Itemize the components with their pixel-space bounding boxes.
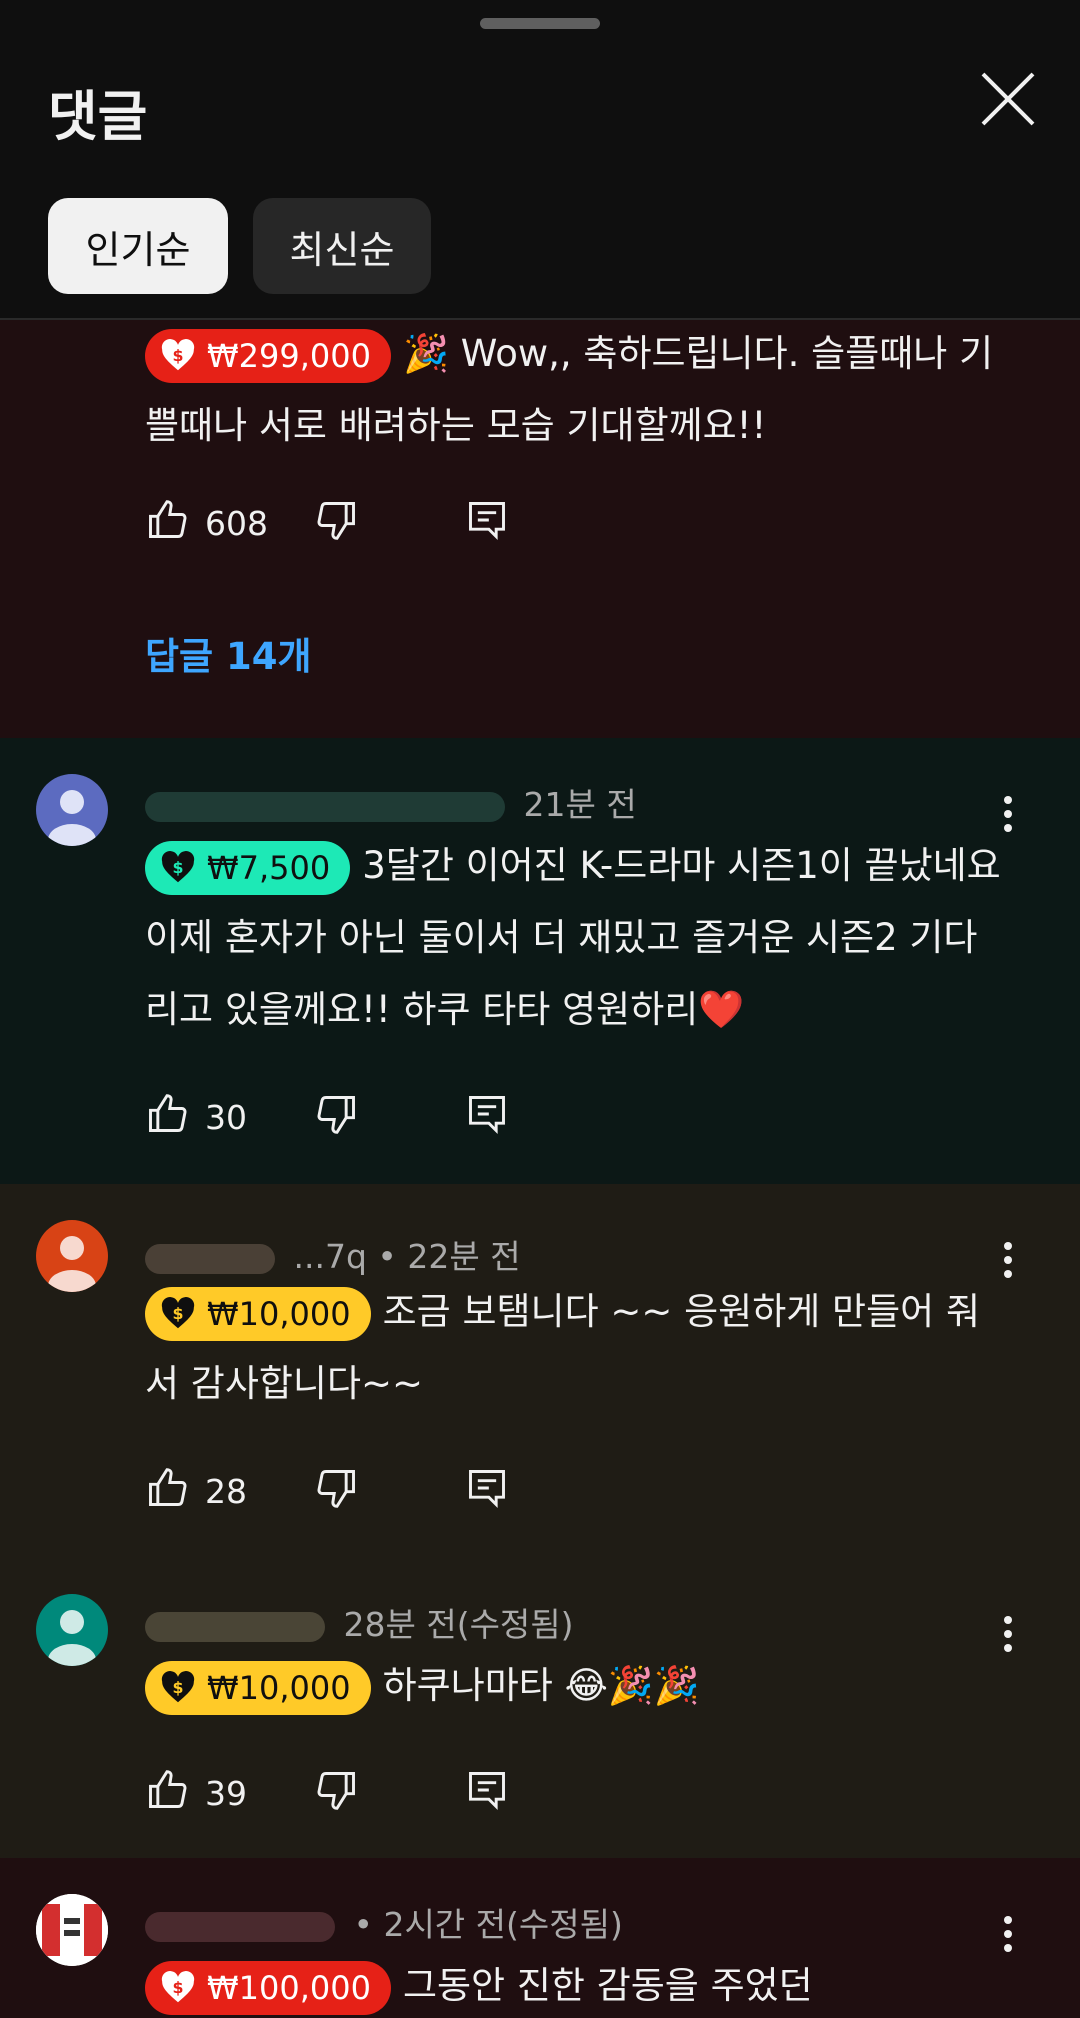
comment-text: 그동안 진한 감동을 주었던 [402,1964,813,2007]
super-thanks-heart-icon: $ [161,1296,195,1328]
reply-button[interactable] [465,1466,509,1514]
avatar[interactable] [36,1594,108,1666]
svg-text:$: $ [172,1303,183,1322]
svg-text:$: $ [172,345,183,364]
more-vert-icon [990,796,1026,832]
comment-meta: • 2시간 전(수정됨) [145,1898,623,1946]
like-count: 608 [205,504,268,543]
comment-actions: 30 [145,1092,545,1142]
comment-text: 하쿠나마타 😂🎉🎉 [382,1664,700,1707]
more-vert-icon [990,1916,1026,1952]
like-button[interactable] [145,1092,189,1140]
comment-time: • 22분 전 [377,1237,521,1276]
author-name-obscured [145,791,505,822]
super-thanks-heart-icon: $ [161,338,195,370]
thumb-down-icon [317,1470,355,1508]
dislike-button[interactable] [315,498,359,546]
comment-actions: 608 [145,498,545,548]
like-count: 28 [205,1472,247,1511]
reply-comment-icon [469,1470,505,1509]
channel-avatar[interactable] [36,1894,108,1966]
drag-handle[interactable] [480,18,600,29]
like-button[interactable] [145,1768,189,1816]
comment-item: 28분 전(수정됨) $ ₩10,000 하쿠나마타 😂🎉🎉 39 [0,1558,1080,1858]
thumb-up-icon [149,500,187,538]
badge-amount: ₩10,000 [207,1668,351,1707]
comment-actions: 28 [145,1466,545,1516]
default-avatar-icon [48,790,96,846]
comment-body: $ ₩10,000 조금 보탬니다 ~~ 응원하게 만들어 줘서 감사합니다~~ [145,1276,1005,1420]
badge-amount: ₩299,000 [207,336,371,375]
close-button[interactable] [975,66,1041,132]
dislike-button[interactable] [315,1768,359,1816]
comment-meta: ...7q • 22분 전 [145,1230,521,1278]
reply-button[interactable] [465,1092,509,1140]
view-replies-button[interactable]: 답글 14개 [145,626,312,680]
comment-item: 21분 전 $ ₩7,500 3달간 이어진 K-드라마 시즌1이 끝났네요 이… [0,738,1080,1184]
avatar[interactable] [36,774,108,846]
default-avatar-icon [48,1610,96,1666]
comment-actions: 39 [145,1768,545,1818]
super-thanks-heart-icon: $ [161,850,195,882]
comment-body: $ ₩10,000 하쿠나마타 😂🎉🎉 [145,1650,1005,1722]
comment-meta: 21분 전 [145,778,637,826]
reply-button[interactable] [465,498,509,546]
channel-logo-icon [36,1894,108,1966]
dislike-button[interactable] [315,1466,359,1514]
super-thanks-badge: $ ₩299,000 [145,328,391,383]
comment-time: 21분 전 [523,785,637,824]
super-thanks-badge: $ ₩10,000 [145,1286,371,1341]
author-name-obscured [145,1611,325,1642]
thumb-up-icon [149,1468,187,1506]
super-thanks-badge: $ ₩100,000 [145,1960,391,2015]
comment-time: 28분 전(수정됨) [343,1605,574,1644]
comment-body: $ ₩299,000 🎉 Wow,, 축하드립니다. 슬플때나 기쁠때나 서로 … [145,318,1005,462]
sort-chip-top[interactable]: 인기순 [48,198,228,294]
close-icon [981,72,1035,126]
author-name-obscured [145,1911,335,1942]
super-thanks-heart-icon: $ [161,1970,195,2002]
super-thanks-badge: $ ₩10,000 [145,1660,371,1715]
more-vert-icon [990,1242,1026,1278]
thumb-down-icon [317,502,355,540]
sort-chip-newest[interactable]: 최신순 [253,198,431,294]
like-button[interactable] [145,498,189,546]
comment-body: $ ₩7,500 3달간 이어진 K-드라마 시즌1이 끝났네요 이제 혼자가 … [145,830,1005,1046]
super-thanks-heart-icon: $ [161,1670,195,1702]
thumb-down-icon [317,1772,355,1810]
svg-text:$: $ [172,1677,183,1696]
avatar[interactable] [36,1220,108,1292]
comment-meta: 28분 전(수정됨) [145,1598,574,1646]
reply-comment-icon [469,1096,505,1135]
reply-comment-icon [469,502,505,541]
author-name-obscured [145,1243,275,1274]
svg-text:$: $ [172,857,183,876]
comment-item: $ ₩299,000 🎉 Wow,, 축하드립니다. 슬플때나 기쁠때나 서로 … [0,318,1080,738]
more-vert-icon [990,1616,1026,1652]
comment-body: $ ₩100,000 그동안 진한 감동을 주었던 [145,1950,1005,2018]
comment-time: • 2시간 전(수정됨) [353,1905,623,1944]
reply-comment-icon [469,1772,505,1811]
reply-button[interactable] [465,1768,509,1816]
badge-amount: ₩7,500 [207,848,331,887]
comments-header: 댓글 인기순 최신순 [0,0,1080,320]
badge-amount: ₩10,000 [207,1294,351,1333]
like-count: 30 [205,1098,247,1137]
thumb-down-icon [317,1096,355,1134]
thumb-up-icon [149,1094,187,1132]
super-thanks-badge: $ ₩7,500 [145,840,351,895]
comment-item: ...7q • 22분 전 $ ₩10,000 조금 보탬니다 ~~ 응원하게 … [0,1184,1080,1558]
default-avatar-icon [48,1236,96,1292]
like-button[interactable] [145,1466,189,1514]
badge-amount: ₩100,000 [207,1968,371,2007]
comment-author: ...7q [293,1237,367,1276]
like-count: 39 [205,1774,247,1813]
panel-title: 댓글 [48,85,148,148]
thumb-up-icon [149,1770,187,1808]
comment-item: • 2시간 전(수정됨) $ ₩100,000 그동안 진한 감동을 주었던 [0,1858,1080,2018]
svg-text:$: $ [172,1977,183,1996]
dislike-button[interactable] [315,1092,359,1140]
